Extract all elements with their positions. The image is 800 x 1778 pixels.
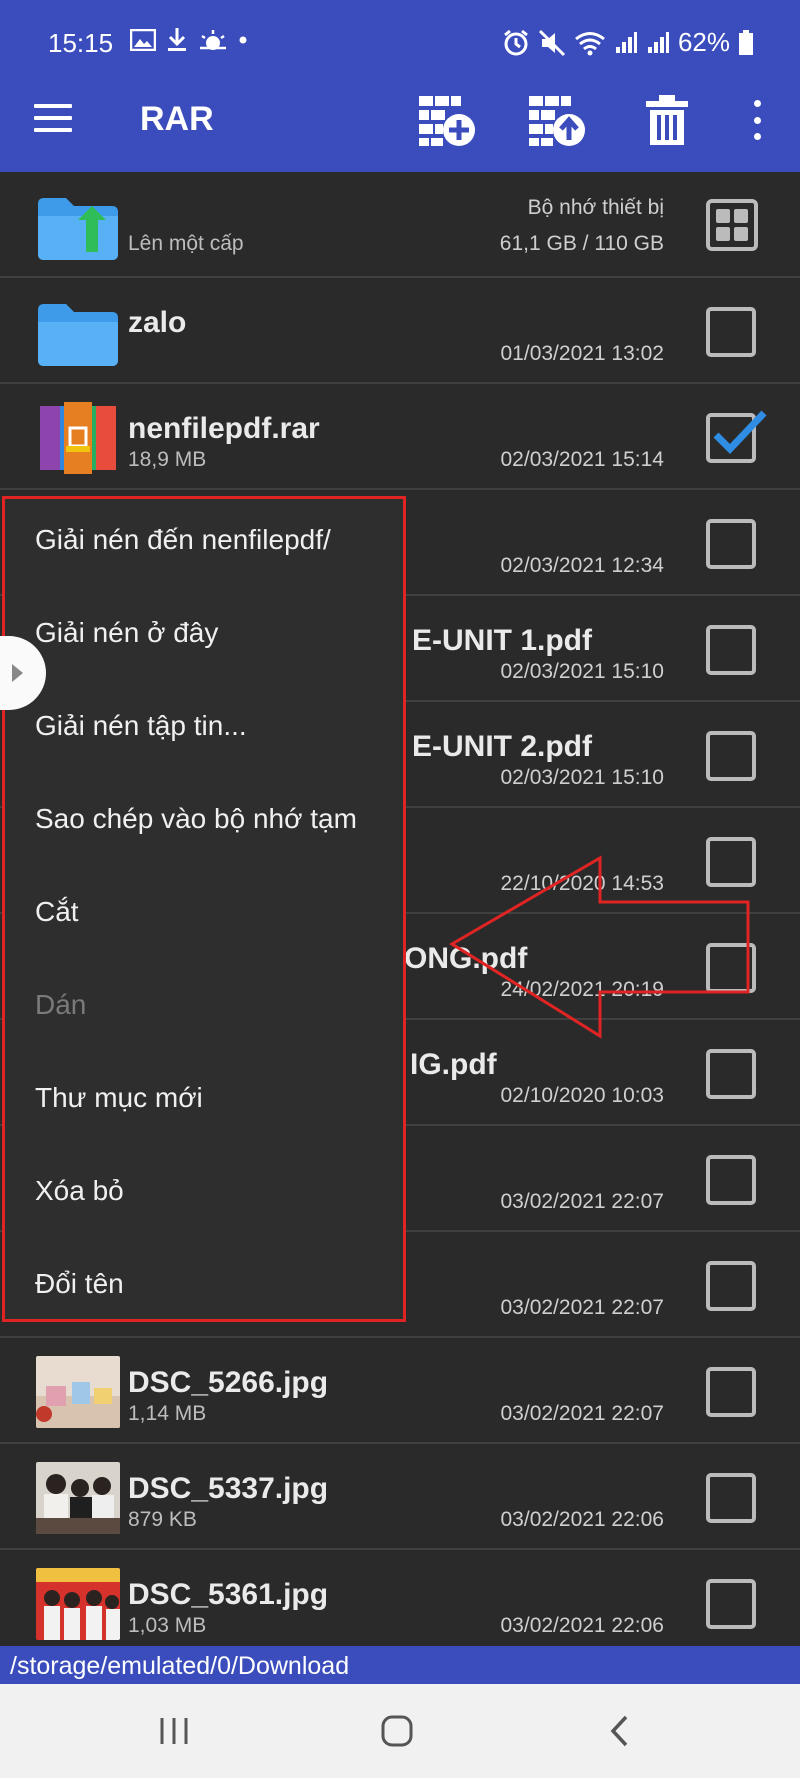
file-date: 02/03/2021 15:14 [500,448,665,471]
file-date: 01/03/2021 13:02 [500,342,665,365]
select-checkbox[interactable] [706,519,756,569]
up-level-label: Lên một cấp [128,232,244,255]
file-name: IG.pdf [410,1048,497,1081]
file-row[interactable]: DSC_5266.jpg 1,14 MB 03/02/2021 22:07 [0,1338,800,1444]
menu-item-cut[interactable]: Cắt [5,871,403,964]
file-date: 03/02/2021 22:06 [500,1508,665,1531]
folder-up-icon [38,198,118,260]
mute-icon [538,29,566,56]
status-time: 15:15 [48,28,114,58]
select-checkbox[interactable] [706,625,756,675]
file-row[interactable]: DSC_5361.jpg 1,03 MB 03/02/2021 22:06 [0,1550,800,1656]
status-bar: 15:15 62% [0,0,800,64]
current-path: /storage/emulated/0/Download [0,1646,800,1684]
system-nav-bar [0,1684,800,1778]
menu-icon[interactable] [34,104,72,132]
menu-item-new-folder[interactable]: Thư mục mới [5,1057,403,1150]
file-size: 1,03 MB [128,1614,207,1637]
dot-icon [239,36,247,44]
overflow-menu-icon[interactable] [750,100,764,140]
select-checkbox[interactable] [706,1579,756,1629]
checkmark-icon [713,410,767,455]
back-icon [610,1715,628,1747]
select-checkbox[interactable] [706,1261,756,1311]
menu-item-extract-files[interactable]: Giải nén tập tin... [5,685,403,778]
context-menu: Giải nén đến nenfilepdf/ Giải nén ở đây … [2,496,406,1322]
home-button[interactable] [357,1706,437,1756]
download-icon [168,28,186,51]
menu-item-extract-here[interactable]: Giải nén ở đây [5,592,403,685]
gallery-icon [130,29,156,51]
delete-icon [646,95,688,145]
file-name: ONG.pdf [404,942,528,975]
menu-item-rename[interactable]: Đổi tên [5,1243,403,1336]
signal-icon [647,31,669,53]
image-thumbnail [36,1568,120,1640]
back-button[interactable] [580,1706,660,1756]
select-checkbox[interactable] [706,1049,756,1099]
file-size: 879 KB [128,1508,197,1531]
file-name: nenfilepdf.rar [128,412,320,445]
rar-archive-icon [40,402,116,474]
alarm-icon [504,29,528,55]
delete-button[interactable] [632,90,702,150]
app-title: RAR [140,100,214,138]
file-date: 02/03/2021 12:34 [500,554,665,577]
file-row[interactable]: DSC_5337.jpg 879 KB 03/02/2021 22:06 [0,1444,800,1550]
select-checkbox[interactable] [706,1473,756,1523]
file-date: 02/03/2021 15:10 [500,660,665,683]
file-name: DSC_5266.jpg [128,1366,329,1399]
file-date: 24/02/2021 20:19 [500,978,665,1001]
battery-percent: 62% [677,27,730,57]
battery-icon [739,29,753,55]
file-date: 02/03/2021 15:10 [500,766,665,789]
add-to-archive-icon [419,96,475,146]
image-thumbnail [36,1462,120,1534]
select-checkbox[interactable] [706,837,756,887]
select-checkbox[interactable] [706,307,756,357]
file-date: 03/02/2021 22:07 [500,1402,665,1425]
grid-view-toggle-icon[interactable] [706,199,758,251]
add-to-archive-button[interactable] [412,90,482,150]
file-date: 03/02/2021 22:06 [500,1614,665,1637]
menu-item-extract-to-folder[interactable]: Giải nén đến nenfilepdf/ [5,499,403,592]
menu-item-delete[interactable]: Xóa bỏ [5,1150,403,1243]
file-name: E-UNIT 1.pdf [412,624,592,657]
file-size: 18,9 MB [128,448,207,471]
file-date: 03/02/2021 22:07 [500,1190,665,1213]
file-size: 1,14 MB [128,1402,207,1425]
file-name: DSC_5337.jpg [128,1472,329,1505]
image-thumbnail [36,1356,120,1428]
home-icon [381,1715,413,1747]
file-row[interactable]: zalo 01/03/2021 13:02 [0,278,800,384]
file-name: zalo [128,306,187,339]
weather-icon [200,30,226,50]
select-checkbox-checked[interactable] [706,410,767,463]
recents-button[interactable] [134,1706,214,1756]
menu-item-paste: Dán [35,989,87,1020]
app-toolbar: RAR [0,64,800,172]
select-checkbox[interactable] [706,731,756,781]
extract-archive-icon [529,96,585,146]
signal-icon [615,31,637,53]
storage-name: Bộ nhớ thiết bị [527,196,664,219]
file-date: 03/02/2021 22:07 [500,1296,665,1319]
folder-icon [38,304,118,366]
file-row[interactable]: nenfilepdf.rar 18,9 MB 02/03/2021 15:14 [0,384,800,490]
file-name: DSC_5361.jpg [128,1578,329,1611]
select-checkbox[interactable] [706,943,756,993]
recents-icon [160,1718,188,1744]
chevron-right-icon [12,664,23,682]
select-checkbox[interactable] [706,1155,756,1205]
extract-archive-button[interactable] [522,90,592,150]
storage-usage: 61,1 GB / 110 GB [499,232,664,255]
up-one-level-row[interactable]: Lên một cấp Bộ nhớ thiết bị 61,1 GB / 11… [0,172,800,278]
file-date: 22/10/2020 14:53 [500,872,665,895]
select-checkbox[interactable] [706,1367,756,1417]
menu-item-copy-to-clipboard[interactable]: Sao chép vào bộ nhớ tạm [5,778,403,871]
file-date: 02/10/2020 10:03 [500,1084,665,1107]
wifi-icon [575,31,605,55]
file-name: E-UNIT 2.pdf [412,730,592,763]
